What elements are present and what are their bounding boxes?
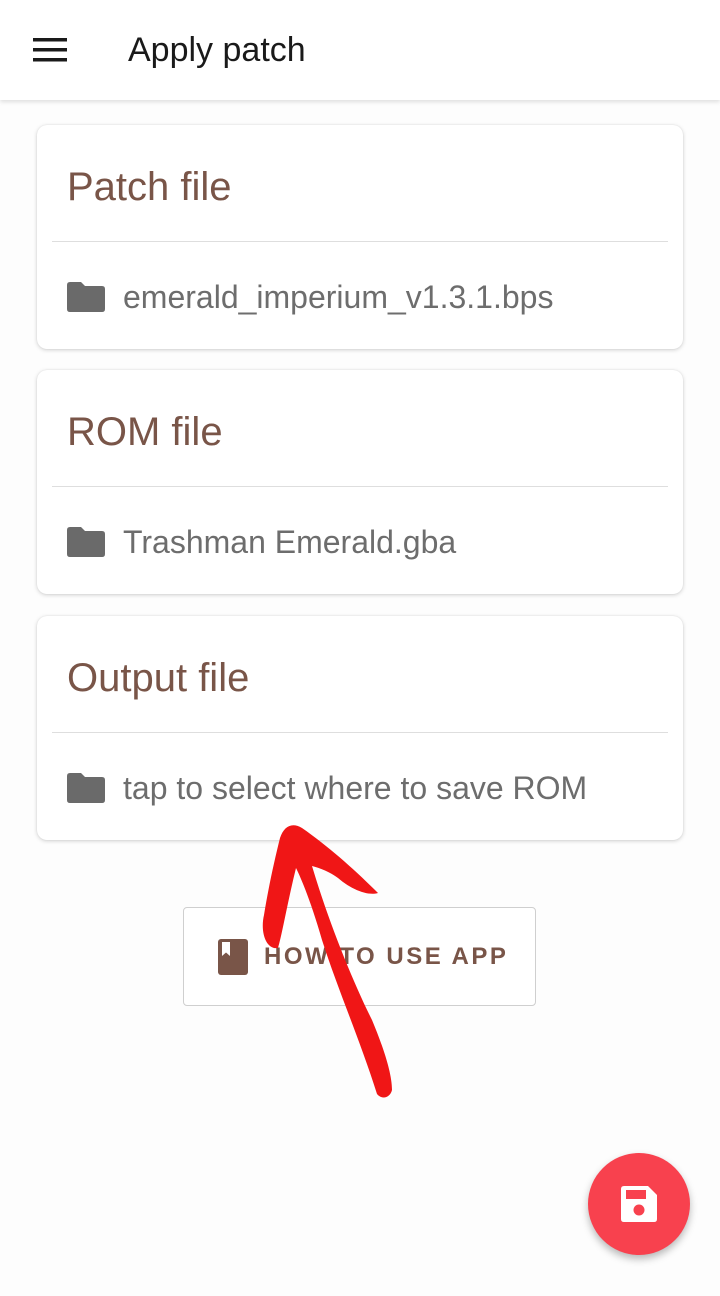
output-file-row[interactable]: tap to select where to save ROM <box>67 766 663 810</box>
patch-file-value: emerald_imperium_v1.3.1.bps <box>123 278 554 315</box>
output-file-title: Output file <box>67 656 250 700</box>
save-icon <box>621 1186 657 1222</box>
page-title: Apply patch <box>128 31 306 69</box>
folder-icon <box>67 282 105 312</box>
rom-file-row[interactable]: Trashman Emerald.gba <box>67 520 663 564</box>
save-fab-button[interactable] <box>588 1153 690 1255</box>
patch-file-card[interactable]: Patch file emerald_imperium_v1.3.1.bps <box>37 125 683 349</box>
app-bar: Apply patch <box>0 0 720 100</box>
how-to-use-app-button[interactable]: HOW TO USE APP <box>183 907 536 1006</box>
rom-file-card[interactable]: ROM file Trashman Emerald.gba <box>37 370 683 594</box>
patch-file-title: Patch file <box>67 165 232 209</box>
output-file-value: tap to select where to save ROM <box>123 769 588 806</box>
rom-file-title: ROM file <box>67 410 223 454</box>
hamburger-menu-icon <box>33 38 67 62</box>
divider <box>52 486 668 487</box>
menu-button[interactable] <box>28 30 72 70</box>
book-icon <box>218 938 248 975</box>
patch-file-row[interactable]: emerald_imperium_v1.3.1.bps <box>67 275 663 319</box>
folder-icon <box>67 773 105 803</box>
divider <box>52 241 668 242</box>
rom-file-value: Trashman Emerald.gba <box>123 523 457 560</box>
output-file-card[interactable]: Output file tap to select where to save … <box>37 616 683 840</box>
folder-icon <box>67 527 105 557</box>
how-to-use-app-label: HOW TO USE APP <box>264 942 509 970</box>
divider <box>52 732 668 733</box>
